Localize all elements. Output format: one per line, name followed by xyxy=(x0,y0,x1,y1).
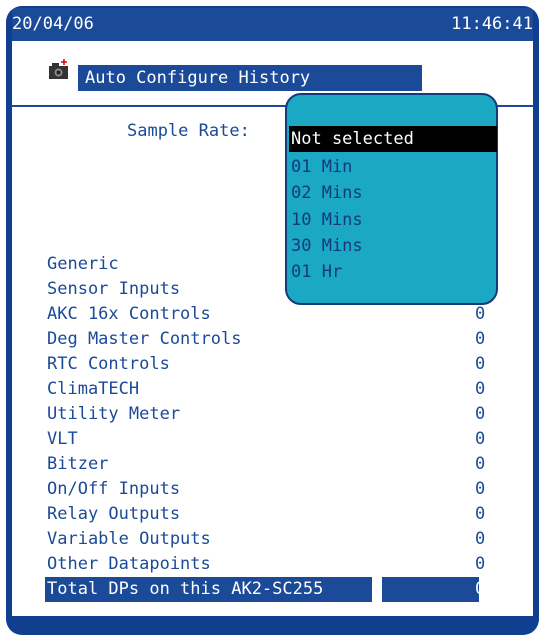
list-item[interactable]: Relay Outputs 0 xyxy=(47,502,507,527)
list-item-value: 0 xyxy=(475,429,486,449)
list-item-value: 0 xyxy=(475,479,486,499)
page-title: Auto Configure History xyxy=(78,65,422,91)
list-item-value: 0 xyxy=(475,504,486,524)
list-item-value: 0 xyxy=(475,554,486,574)
list-item-label: Other Datapoints xyxy=(47,554,211,574)
status-bar: 20/04/06 11:46:41 xyxy=(12,8,533,41)
list-item-label: VLT xyxy=(47,429,78,449)
list-item[interactable]: AKC 16x Controls 0 xyxy=(47,302,507,327)
list-item-value: 0 xyxy=(475,329,486,349)
list-item[interactable]: Deg Master Controls 0 xyxy=(47,327,507,352)
list-item-label: AKC 16x Controls xyxy=(47,304,211,324)
list-item-label: Deg Master Controls xyxy=(47,329,242,349)
list-item[interactable]: On/Off Inputs 0 xyxy=(47,477,507,502)
list-item-value: 0 xyxy=(475,354,486,374)
list-item-label: ClimaTECH xyxy=(47,379,140,399)
list-item[interactable]: Bitzer 0 xyxy=(47,452,507,477)
list-item-label: On/Off Inputs xyxy=(47,479,181,499)
list-item-label: Utility Meter xyxy=(47,404,181,424)
list-item[interactable]: ClimaTECH 0 xyxy=(47,377,507,402)
list-item[interactable]: Other Datapoints 0 xyxy=(47,552,507,577)
list-item-value: 0 xyxy=(475,454,486,474)
list-item-value: 0 xyxy=(475,529,486,549)
device-frame: 20/04/06 11:46:41 Auto Configure History… xyxy=(6,6,539,635)
list-item[interactable]: RTC Controls 0 xyxy=(47,352,507,377)
total-row[interactable]: Total DPs on this AK2-SC255 0 xyxy=(45,577,485,602)
list-item-label: Sensor Inputs xyxy=(47,279,181,299)
dropdown-option[interactable]: 30 Mins xyxy=(291,233,363,259)
dropdown-option[interactable]: 02 Mins xyxy=(291,180,363,206)
list-item-label: Variable Outputs xyxy=(47,529,211,549)
time-display: 11:46:41 xyxy=(451,14,533,34)
list-item[interactable]: VLT 0 xyxy=(47,427,507,452)
dropdown-option[interactable]: 01 Hr xyxy=(291,259,342,285)
list-item-value: 0 xyxy=(475,304,486,324)
camera-icon xyxy=(49,59,68,79)
total-value: 0 xyxy=(475,579,486,599)
total-label: Total DPs on this AK2-SC255 xyxy=(47,579,324,599)
list-item-label: Generic xyxy=(47,254,119,274)
list-item-value: 0 xyxy=(475,379,486,399)
sample-rate-label: Sample Rate: xyxy=(127,121,250,141)
dropdown-option-selected[interactable]: Not selected xyxy=(289,126,497,152)
date-display: 20/04/06 xyxy=(12,14,94,34)
screen: 20/04/06 11:46:41 Auto Configure History… xyxy=(12,8,533,616)
total-gap xyxy=(372,577,382,602)
dropdown-option[interactable]: 10 Mins xyxy=(291,207,363,233)
list-item-value: 0 xyxy=(475,404,486,424)
list-item[interactable]: Variable Outputs 0 xyxy=(47,527,507,552)
sample-rate-dropdown[interactable]: Not selected 01 Min 02 Mins 10 Mins 30 Mins 0… xyxy=(285,93,498,305)
list-item[interactable]: Utility Meter 0 xyxy=(47,402,507,427)
dropdown-option[interactable]: 01 Min xyxy=(291,154,352,180)
list-item-label: Relay Outputs xyxy=(47,504,181,524)
list-item-label: RTC Controls xyxy=(47,354,170,374)
list-item-label: Bitzer xyxy=(47,454,109,474)
